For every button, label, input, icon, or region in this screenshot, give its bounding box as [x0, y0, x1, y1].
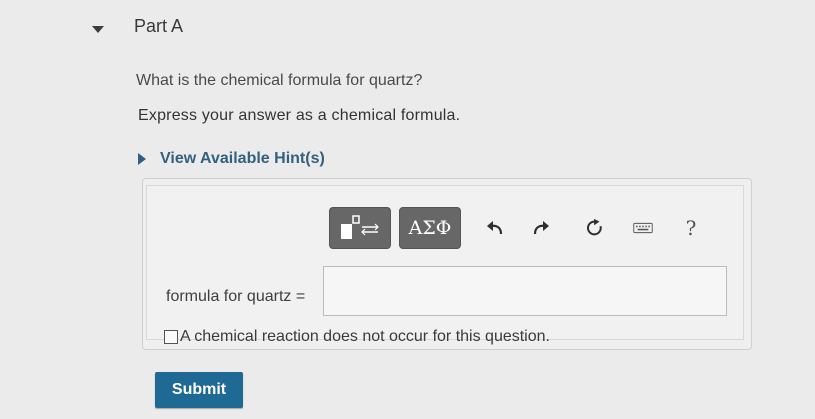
reset-icon[interactable]: [585, 217, 605, 239]
no-reaction-label: A chemical reaction does not occur for t…: [180, 328, 550, 345]
templates-icon: [341, 215, 379, 239]
templates-button[interactable]: [329, 207, 391, 249]
help-button[interactable]: ?: [681, 216, 701, 240]
question-text: What is the chemical formula for quartz?: [136, 72, 423, 89]
formula-input[interactable]: [323, 266, 727, 316]
expand-caret-icon: [138, 153, 146, 165]
formula-label: formula for quartz =: [166, 288, 306, 305]
undo-icon[interactable]: [485, 217, 505, 239]
answer-area: [142, 178, 752, 350]
answer-instruction: Express your answer as a chemical formul…: [138, 107, 461, 124]
submit-button[interactable]: Submit: [155, 372, 243, 408]
view-hints-label: View Available Hint(s): [160, 150, 325, 167]
no-reaction-option[interactable]: A chemical reaction does not occur for t…: [164, 328, 550, 346]
redo-icon[interactable]: [531, 217, 551, 239]
collapse-caret-icon[interactable]: [92, 26, 104, 33]
greek-symbols-button[interactable]: ΑΣΦ: [399, 207, 461, 249]
view-hints-link[interactable]: View Available Hint(s): [138, 150, 325, 168]
no-reaction-checkbox[interactable]: [164, 330, 178, 344]
part-title: Part A: [134, 16, 184, 36]
keyboard-icon[interactable]: [633, 217, 653, 239]
math-toolbar: ΑΣΦ ?: [329, 206, 701, 250]
